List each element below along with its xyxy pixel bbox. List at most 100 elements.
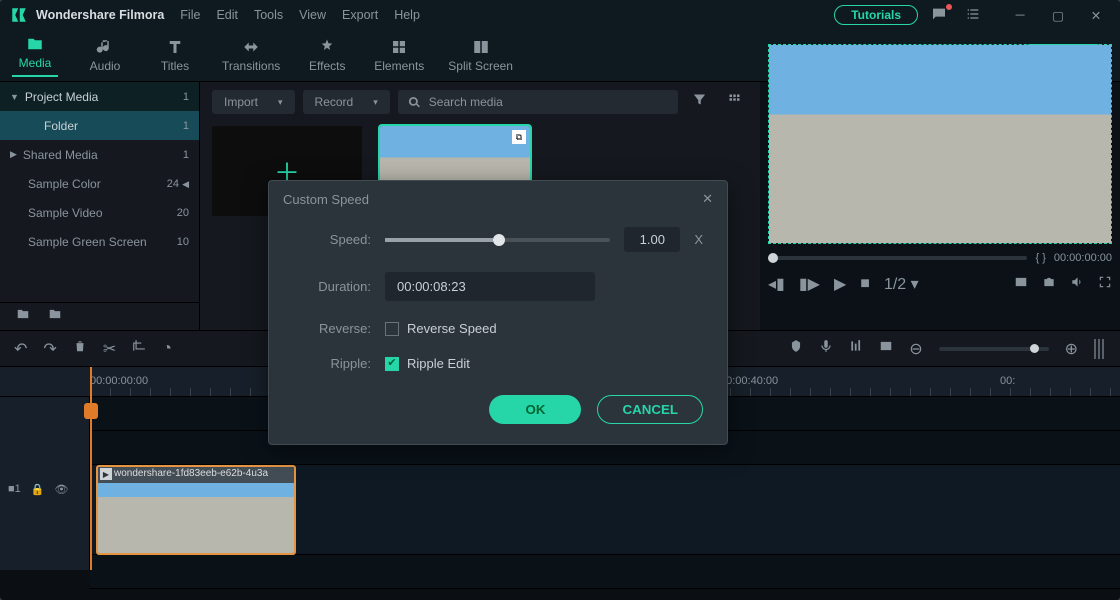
folder-icon[interactable] xyxy=(48,307,62,326)
preview-panel: { } 00:00:00:00 ◂▮ ▮▶ ▶ ■ 1/2 ▾ xyxy=(768,44,1112,304)
filter-icon[interactable] xyxy=(686,92,713,112)
speed-icon[interactable]: ◔ xyxy=(162,340,172,358)
menu-export[interactable]: Export xyxy=(342,8,378,22)
preview-seekbar[interactable]: { } 00:00:00:00 xyxy=(768,250,1112,266)
tab-titles[interactable]: Titles xyxy=(152,38,198,73)
speed-value[interactable]: 1.00 xyxy=(624,227,680,252)
messages-icon[interactable] xyxy=(928,6,950,25)
sidebar-item-sample-video[interactable]: Sample Video 20 xyxy=(0,198,199,227)
maximize-button[interactable]: ▢ xyxy=(1040,0,1076,30)
tab-titles-label: Titles xyxy=(161,59,189,73)
window-controls: ─ ▢ ✕ xyxy=(1002,0,1114,30)
tab-media[interactable]: Media xyxy=(12,35,58,77)
lock-icon[interactable]: 🔒 xyxy=(31,483,45,496)
sidebar-item-count: 10 xyxy=(177,236,189,248)
ruler-tick: 00:00:40:00 xyxy=(720,375,778,387)
ripple-text: Ripple Edit xyxy=(407,356,470,371)
sidebar-item-count: 24 xyxy=(167,178,179,190)
tutorials-button[interactable]: Tutorials xyxy=(834,5,918,25)
clip-play-icon: ▶ xyxy=(100,468,112,480)
sidebar-item-sample-color[interactable]: Sample Color 24 ◀ xyxy=(0,169,199,198)
duration-input[interactable]: 00:00:08:23 xyxy=(385,272,595,301)
menu-tools[interactable]: Tools xyxy=(254,8,283,22)
record-label: Record xyxy=(315,95,354,109)
tab-transitions[interactable]: Transitions xyxy=(222,38,280,73)
keyframe-icon[interactable] xyxy=(879,339,893,358)
quality-icon[interactable] xyxy=(1014,275,1028,294)
menu-file[interactable]: File xyxy=(180,8,200,22)
speed-slider[interactable] xyxy=(385,238,610,242)
preview-controls: ◂▮ ▮▶ ▶ ■ 1/2 ▾ xyxy=(768,274,1112,294)
sidebar-item-count: 20 xyxy=(177,207,189,219)
playhead[interactable] xyxy=(90,367,92,570)
split-icon[interactable]: ✂ xyxy=(103,339,116,359)
new-folder-icon[interactable] xyxy=(16,307,30,326)
sidebar-item-count: 1 xyxy=(183,149,189,161)
sidebar-item-project-media[interactable]: ▼Project Media 1 xyxy=(0,82,199,111)
track-height-icon[interactable] xyxy=(1094,339,1106,359)
visibility-icon[interactable]: 👁 xyxy=(54,483,68,496)
grid-view-icon[interactable] xyxy=(721,92,748,112)
voiceover-icon[interactable] xyxy=(819,339,833,358)
sidebar-item-shared-media[interactable]: ▶Shared Media 1 xyxy=(0,140,199,169)
snapshot-icon[interactable] xyxy=(1042,275,1056,294)
menu-help[interactable]: Help xyxy=(394,8,420,22)
sidebar-item-count: 1 xyxy=(183,120,189,132)
chevron-left-icon: ◀ xyxy=(182,179,189,189)
track-id: ■1 xyxy=(8,483,21,496)
play-icon[interactable]: ▶ xyxy=(834,274,846,294)
preview-viewport[interactable] xyxy=(768,44,1112,244)
search-input[interactable]: Search media xyxy=(398,90,678,114)
zoom-label: 1/2 xyxy=(884,276,906,293)
crop-icon[interactable] xyxy=(132,339,146,358)
speed-label: Speed: xyxy=(293,232,371,247)
zoom-level[interactable]: 1/2 ▾ xyxy=(884,274,919,294)
timeline-zoom-slider[interactable] xyxy=(939,347,1049,351)
fullscreen-icon[interactable] xyxy=(1098,275,1112,294)
tab-elements-label: Elements xyxy=(374,59,424,73)
minimize-button[interactable]: ─ xyxy=(1002,0,1038,30)
ripple-checkbox[interactable]: ✔ xyxy=(385,357,399,371)
range-bracket: { } xyxy=(1035,252,1045,264)
stop-icon[interactable]: ■ xyxy=(860,275,870,293)
timeline-clip[interactable]: ▶wondershare-1fd83eeb-e62b-4u3a xyxy=(96,465,296,555)
marker-icon[interactable] xyxy=(789,339,803,358)
title-bar: Wondershare Filmora File Edit Tools View… xyxy=(0,0,1120,30)
clip-badge-icon: ⧉ xyxy=(512,130,526,144)
reverse-checkbox[interactable] xyxy=(385,322,399,336)
tab-splitscreen[interactable]: Split Screen xyxy=(448,38,513,73)
sidebar-item-folder[interactable]: Folder 1 xyxy=(0,111,199,140)
sidebar-item-label: Shared Media xyxy=(23,148,98,162)
tab-audio[interactable]: Audio xyxy=(82,38,128,73)
tab-effects[interactable]: Effects xyxy=(304,38,350,73)
menu-view[interactable]: View xyxy=(299,8,326,22)
tasks-icon[interactable] xyxy=(962,6,984,25)
dialog-title: Custom Speed xyxy=(283,192,369,207)
audio-mixer-icon[interactable] xyxy=(849,339,863,358)
dialog-close-icon[interactable]: ✕ xyxy=(702,191,713,207)
redo-icon[interactable]: ↷ xyxy=(43,339,56,359)
undo-icon[interactable]: ↶ xyxy=(14,339,27,359)
cancel-button[interactable]: CANCEL xyxy=(597,395,703,424)
tab-elements[interactable]: Elements xyxy=(374,38,424,73)
zoom-out-icon[interactable]: ⊖ xyxy=(909,339,922,359)
close-button[interactable]: ✕ xyxy=(1078,0,1114,30)
ok-button[interactable]: OK xyxy=(489,395,581,424)
ruler-tick: 00:00:00:00 xyxy=(90,375,148,387)
zoom-in-icon[interactable]: ⊕ xyxy=(1065,339,1078,359)
volume-icon[interactable] xyxy=(1070,275,1084,294)
sidebar-item-label: Project Media xyxy=(25,90,98,104)
sidebar-item-sample-green[interactable]: Sample Green Screen 10 xyxy=(0,227,199,256)
import-dropdown[interactable]: Import▾ xyxy=(212,90,295,114)
tab-transitions-label: Transitions xyxy=(222,59,280,73)
preview-timecode: 00:00:00:00 xyxy=(1054,252,1112,264)
sidebar-item-count: 1 xyxy=(183,91,189,103)
import-label: Import xyxy=(224,95,258,109)
play-pause-icon[interactable]: ▮▶ xyxy=(799,274,820,294)
menu-edit[interactable]: Edit xyxy=(216,8,238,22)
record-dropdown[interactable]: Record▾ xyxy=(303,90,390,114)
delete-icon[interactable] xyxy=(73,339,87,358)
clip-name: wondershare-1fd83eeb-e62b-4u3a xyxy=(114,468,268,479)
reverse-text: Reverse Speed xyxy=(407,321,497,336)
step-back-icon[interactable]: ◂▮ xyxy=(768,274,785,294)
